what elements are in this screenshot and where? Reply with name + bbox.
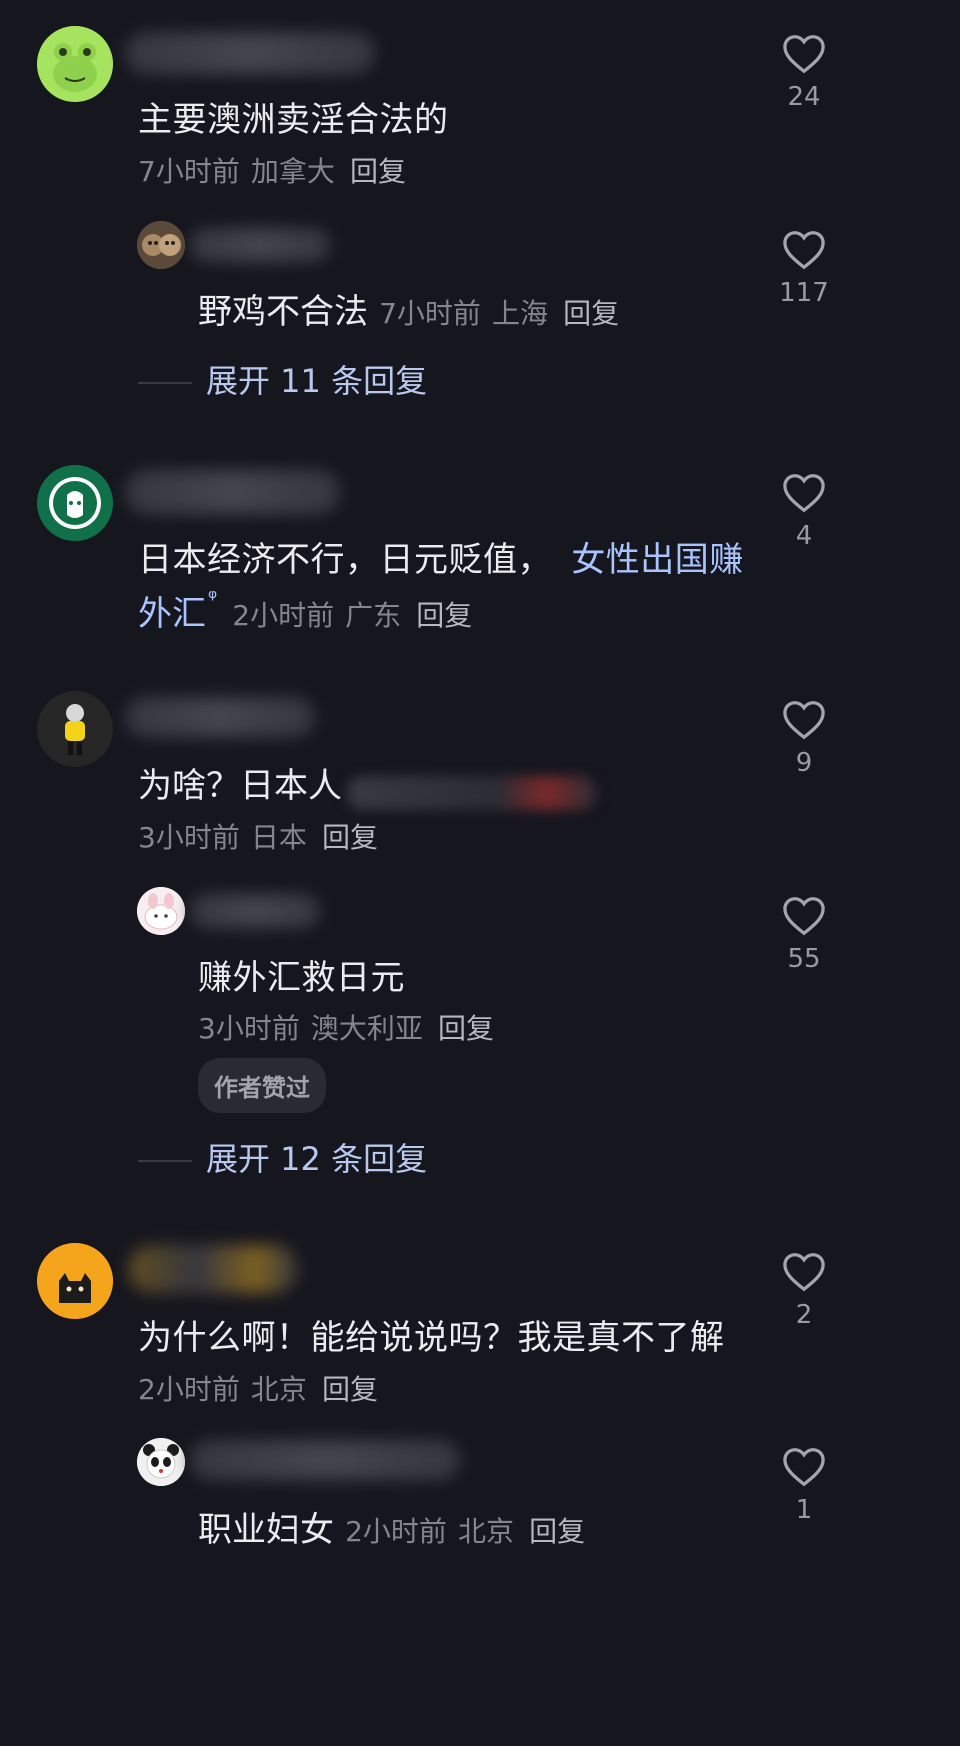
reply-meta: 3小时前 澳大利亚 回复 [198,1007,494,1047]
search-link[interactable]: 女性出国赚 [571,540,744,580]
divider [138,1160,192,1162]
heart-icon [783,1448,825,1487]
username-blurred[interactable] [125,697,315,737]
avatar[interactable] [37,1243,113,1319]
panda-avatar-icon [137,1438,185,1486]
avatar[interactable] [37,465,113,541]
reply-location: 上海 [492,297,549,330]
heart-icon [783,474,825,513]
reply-button[interactable]: 回复 [322,821,378,854]
reply-time: 7小时前 [379,297,481,330]
username-blurred[interactable] [125,32,375,74]
comment-text-plain: 日本经济不行，日元贬值， [138,540,552,580]
comment-text-row: 为啥？日本人 [138,758,598,810]
reply-content: 职业妇女 2小时前 北京 回复 [198,1502,585,1551]
reply-button[interactable]: 回复 [529,1515,585,1548]
comment-text: 为什么啊！能给说说吗？我是真不了解 [138,1318,725,1358]
username-blurred[interactable] [190,1440,460,1480]
monkeys-avatar-icon [137,221,185,269]
search-icon[interactable]: ᵠ [208,586,217,611]
heart-icon [783,1253,825,1292]
comment-meta: 2小时前 北京 回复 [138,1368,378,1408]
avatar[interactable] [137,1438,185,1486]
expand-replies-button[interactable]: 展开 11 条回复 [138,356,427,402]
reply-button[interactable]: 回复 [416,599,472,632]
heart-icon [783,701,825,740]
comment-time: 2小时前 [138,1373,240,1406]
reply-text: 赚外汇救日元 [198,958,405,998]
heart-icon [783,231,825,270]
reply-text: 野鸡不合法 [198,292,368,332]
comment-location: 北京 [250,1373,307,1406]
like-button[interactable]: 4 [774,473,834,551]
like-button[interactable]: 117 [774,230,834,308]
reply-location: 澳大利亚 [310,1012,423,1045]
yellow-hoodie-avatar-icon [37,691,113,767]
like-count: 24 [787,82,821,112]
username-blurred[interactable] [125,470,340,514]
starbucks-avatar-icon [37,465,113,541]
comment-meta: 3小时前 日本 回复 [138,816,378,856]
comment-location: 广东 [345,599,402,632]
blurred-emoji-content [347,775,598,810]
reply-button[interactable]: 回复 [322,1373,378,1406]
like-count: 1 [795,1495,813,1525]
like-button[interactable]: 9 [774,700,834,778]
comment-text: 主要澳洲卖淫合法的 [138,100,449,140]
reply-content: 野鸡不合法 7小时前 上海 回复 [198,284,619,333]
avatar[interactable] [137,221,185,269]
divider [138,382,192,384]
avatar[interactable] [37,26,113,102]
heart-icon [783,35,825,74]
like-button[interactable]: 1 [774,1447,834,1525]
reply-time: 3小时前 [198,1012,300,1045]
reply-button[interactable]: 回复 [350,155,406,188]
pink-bunny-avatar-icon [137,887,185,935]
reply-text: 职业妇女 [198,1510,334,1550]
reply-button[interactable]: 回复 [438,1012,494,1045]
comment-time: 3小时前 [138,821,240,854]
username-blurred[interactable] [190,228,330,262]
like-count: 117 [779,278,829,308]
comment-meta: 7小时前 加拿大 回复 [138,150,406,190]
expand-replies-button[interactable]: 展开 12 条回复 [138,1134,427,1180]
avatar[interactable] [137,887,185,935]
like-button[interactable]: 24 [774,34,834,112]
expand-label: 展开 11 条回复 [206,362,428,400]
comment-line2: 外汇ᵠ 2小时前 广东 回复 [138,586,472,635]
like-button[interactable]: 55 [774,896,834,974]
like-count: 4 [795,521,813,551]
comment-location: 加拿大 [250,155,335,188]
like-count: 2 [795,1300,813,1330]
like-count: 9 [795,748,813,778]
search-link[interactable]: 外汇 [138,594,206,634]
like-count: 55 [787,944,821,974]
username-blurred[interactable] [190,894,320,928]
heart-icon [783,897,825,936]
author-liked-badge: 作者赞过 [198,1058,326,1113]
comment-location: 日本 [250,821,307,854]
expand-label: 展开 12 条回复 [206,1140,428,1178]
reply-button[interactable]: 回复 [563,297,619,330]
username-blurred[interactable] [128,1245,298,1293]
like-button[interactable]: 2 [774,1252,834,1330]
reply-time: 2小时前 [345,1515,447,1548]
reply-location: 北京 [458,1515,515,1548]
avatar[interactable] [37,691,113,767]
frog-avatar-icon [37,26,113,102]
comment-text: 日本经济不行，日元贬值， 女性出国赚 [138,532,744,581]
comment-time: 2小时前 [232,599,335,632]
comment-time: 7小时前 [138,155,240,188]
comment-text: 为啥？日本人 [138,766,342,806]
black-cat-avatar-icon [37,1243,113,1319]
